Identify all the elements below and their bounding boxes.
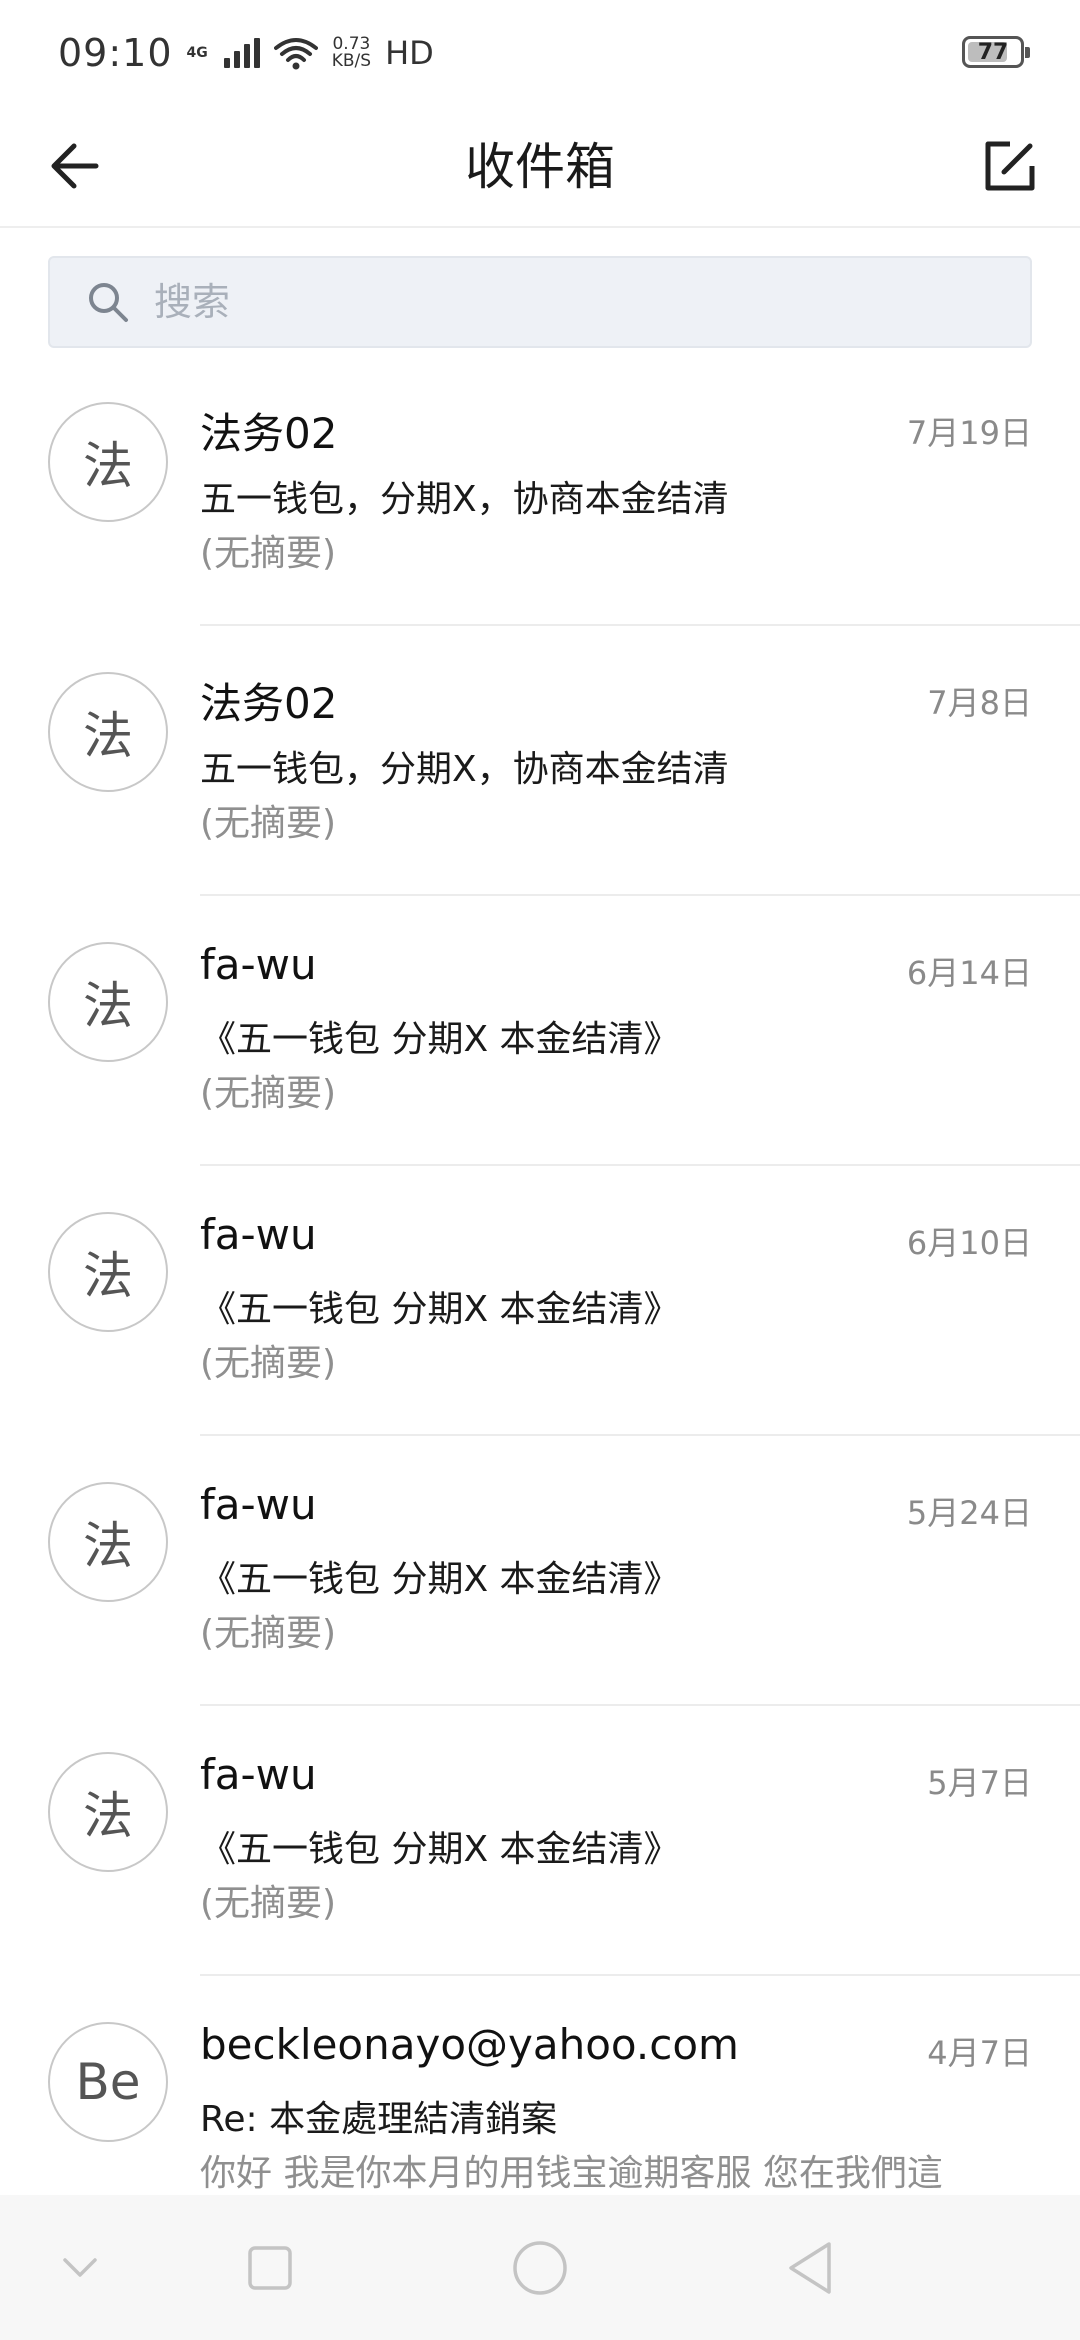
sender-avatar: 法 [48, 942, 168, 1062]
mail-list-item[interactable]: 法 fa-wu 6月14日 《五一钱包 分期X 本金结清》 (无摘要) [0, 896, 1080, 1166]
avatar-initial: 法 [83, 977, 133, 1035]
mail-date: 7月8日 [927, 684, 1032, 722]
mail-subject: 《五一钱包 分期X 本金结清》 [200, 1289, 680, 1330]
mail-summary: (无摘要) [200, 803, 337, 844]
navigation-bar [0, 2195, 1080, 2340]
mail-date: 4月7日 [927, 2034, 1032, 2072]
network-type: 4G [186, 45, 208, 61]
mail-subject: 《五一钱包 分期X 本金结清》 [200, 1559, 680, 1600]
battery-icon: 77 [962, 36, 1030, 68]
mail-date: 7月19日 [906, 414, 1032, 452]
mail-date: 6月14日 [906, 954, 1032, 992]
search-icon [89, 283, 128, 322]
mail-list-item[interactable]: 法 fa-wu 6月10日 《五一钱包 分期X 本金结清》 (无摘要) [0, 1166, 1080, 1436]
mail-date: 6月10日 [906, 1224, 1032, 1262]
avatar-initial: 法 [83, 437, 133, 495]
mail-list-item[interactable]: 法 fa-wu 5月24日 《五一钱包 分期X 本金结清》 (无摘要) [0, 1436, 1080, 1706]
sender-name: fa-wu [200, 1210, 317, 1259]
mail-list-item[interactable]: 法 fa-wu 5月7日 《五一钱包 分期X 本金结清》 (无摘要) [0, 1706, 1080, 1976]
inbox-screen: 09:10 4G 0.73 KB/S HD 77 收件箱 搜索 法 法务02 7… [0, 0, 1080, 2340]
mail-summary: (无摘要) [200, 1613, 337, 1654]
mail-subject: 五一钱包，分期X，协商本金结清 [200, 479, 729, 520]
nav-collapse-button[interactable] [20, 2195, 140, 2340]
avatar-initial: 法 [83, 1247, 133, 1305]
hd-label: HD [385, 34, 434, 72]
sender-avatar: Be [48, 2022, 168, 2142]
mail-subject: Re: 本金處理結清銷案 [200, 2099, 558, 2140]
arrow-left-icon [51, 143, 99, 189]
square-icon [248, 2245, 292, 2290]
sender-avatar: 法 [48, 672, 168, 792]
chevron-down-icon [63, 2257, 97, 2277]
avatar-initial: Be [75, 2053, 141, 2111]
triangle-back-icon [789, 2241, 831, 2294]
sender-avatar: 法 [48, 1212, 168, 1332]
compose-button[interactable] [970, 126, 1050, 206]
mail-subject: 五一钱包，分期X，协商本金结清 [200, 749, 729, 790]
sender-name: 法务02 [200, 679, 338, 728]
mail-summary: (无摘要) [200, 533, 337, 574]
sender-name: beckleonayo@yahoo.com [200, 2020, 739, 2069]
sender-name: 法务02 [200, 409, 338, 458]
avatar-initial: 法 [83, 707, 133, 765]
net-speed-unit: KB/S [331, 51, 372, 71]
sender-name: fa-wu [200, 940, 317, 989]
page-title: 收件箱 [465, 138, 615, 196]
sender-name: fa-wu [200, 1480, 317, 1529]
net-speed: 0.73 KB/S [332, 36, 371, 70]
nav-recents-button[interactable] [210, 2195, 330, 2340]
sender-avatar: 法 [48, 1482, 168, 1602]
title-bar: 收件箱 [0, 106, 1080, 228]
mail-subject: 《五一钱包 分期X 本金结清》 [200, 1829, 680, 1870]
mail-summary: (无摘要) [200, 1883, 337, 1924]
search-input[interactable] [154, 258, 1030, 346]
signal-icon [223, 38, 260, 68]
battery-percent: 77 [977, 39, 1009, 65]
nav-home-button[interactable] [480, 2195, 600, 2340]
mail-summary: (无摘要) [200, 1343, 337, 1384]
back-button[interactable] [34, 126, 114, 206]
status-bar: 09:10 4G 0.73 KB/S HD 77 [0, 0, 1080, 106]
mail-date: 5月24日 [906, 1494, 1032, 1532]
wifi-icon [273, 38, 318, 70]
mail-summary: (无摘要) [200, 1073, 337, 1114]
mail-date: 5月7日 [927, 1764, 1032, 1802]
mail-list-item[interactable]: 法 法务02 7月8日 五一钱包，分期X，协商本金结清 (无摘要) [0, 626, 1080, 896]
status-time: 09:10 [58, 31, 173, 75]
nav-back-button[interactable] [750, 2195, 870, 2340]
mail-subject: 《五一钱包 分期X 本金结清》 [200, 1019, 680, 1060]
circle-icon [513, 2240, 567, 2295]
avatar-initial: 法 [83, 1517, 133, 1575]
avatar-initial: 法 [83, 1787, 133, 1845]
sender-avatar: 法 [48, 1752, 168, 1872]
sender-avatar: 法 [48, 402, 168, 522]
search-box[interactable] [48, 256, 1032, 348]
mail-list: 法 法务02 7月19日 五一钱包，分期X，协商本金结清 (无摘要) 法 法务0… [0, 356, 1080, 2246]
mail-list-item[interactable]: 法 法务02 7月19日 五一钱包，分期X，协商本金结清 (无摘要) [0, 356, 1080, 626]
mail-summary: 你好 我是你本月的用钱宝逾期客服 您在我們這 [200, 2153, 943, 2194]
compose-icon [985, 141, 1035, 191]
sender-name: fa-wu [200, 1750, 317, 1799]
